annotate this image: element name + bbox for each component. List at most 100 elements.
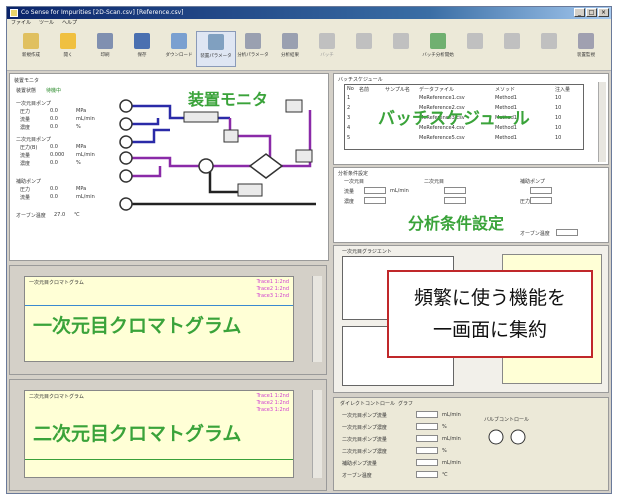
direct-tab-graph[interactable]: グラフ bbox=[398, 400, 413, 407]
toolbar-button-9[interactable] bbox=[344, 31, 384, 67]
batch-column-header[interactable]: メソッド bbox=[495, 86, 515, 93]
pump-icons bbox=[119, 99, 133, 211]
pump2-cell: % bbox=[76, 160, 81, 166]
toolbar-button-1[interactable]: 開く bbox=[48, 31, 88, 67]
valve-a-icon[interactable] bbox=[488, 429, 504, 445]
direct-row-input[interactable] bbox=[416, 435, 438, 442]
toolbar-button-14[interactable] bbox=[529, 31, 569, 67]
direct-row-label: 補助ポンプ流量 bbox=[342, 461, 377, 467]
toolbar-button-label: ダウンロード bbox=[165, 53, 193, 58]
chart1-panel: 一次元目クロマトグラム Trace1 1:2nd Trace2 1:2nd Tr… bbox=[9, 265, 327, 375]
toolbar-button-4[interactable]: ダウンロード bbox=[159, 31, 199, 67]
batch-cell[interactable]: 10 bbox=[555, 125, 561, 131]
chart2-scrollbar[interactable] bbox=[312, 390, 322, 478]
flow2-input[interactable] bbox=[444, 187, 466, 194]
chart1-heading: 一次元目クロマトグラム bbox=[33, 315, 242, 337]
maximize-button[interactable]: □ bbox=[586, 8, 597, 17]
flow1-unit: mL/min bbox=[390, 188, 409, 194]
toolbar-button-3[interactable]: 保存 bbox=[122, 31, 162, 67]
pump2-cell: MPa bbox=[76, 144, 87, 150]
new-icon bbox=[23, 33, 39, 49]
chart1-scrollbar[interactable] bbox=[312, 276, 322, 362]
batch-cell[interactable]: Method1 bbox=[495, 135, 517, 141]
chart2-baseline bbox=[25, 459, 293, 460]
group1-label: 一次元目 bbox=[344, 179, 365, 185]
chart1-legend-2: Trace2 1:2nd bbox=[256, 286, 289, 292]
batch-cell[interactable]: MeReference5.csv bbox=[419, 135, 465, 141]
toolbar-button-label: 印刷 bbox=[100, 53, 110, 58]
batch-cell[interactable]: 10 bbox=[555, 115, 561, 121]
toolbar-button-15[interactable]: 装置監視 bbox=[566, 31, 606, 67]
batch-cell[interactable]: MeReference1.csv bbox=[419, 95, 465, 101]
chart2-legend-2: Trace2 1:2nd bbox=[256, 400, 289, 406]
toolbar-button-10[interactable] bbox=[381, 31, 421, 67]
pump3-title: 補助ポンプ bbox=[16, 179, 41, 185]
chart2-panel: 二次元目クロマトグラム Trace1 1:2nd Trace2 1:2nd Tr… bbox=[9, 379, 327, 491]
direct-row-input[interactable] bbox=[416, 411, 438, 418]
close-button[interactable]: × bbox=[598, 8, 609, 17]
pipe-lines bbox=[132, 104, 316, 206]
chart1-plot[interactable]: 一次元目クロマトグラム Trace1 1:2nd Trace2 1:2nd Tr… bbox=[24, 276, 294, 362]
batch-column-header[interactable]: サンプル名 bbox=[385, 86, 410, 93]
batch-cell[interactable]: 10 bbox=[555, 105, 561, 111]
batch-cell[interactable]: 4 bbox=[347, 125, 350, 131]
conc2-input[interactable] bbox=[444, 197, 466, 204]
toolbar-button-13[interactable] bbox=[492, 31, 532, 67]
direct-row-input[interactable] bbox=[416, 471, 438, 478]
batch-scrollbar[interactable] bbox=[598, 82, 606, 162]
callout-line-2: 一画面に集約 bbox=[432, 319, 547, 341]
pump2-cell: 濃度 bbox=[20, 161, 31, 167]
batch-cell[interactable]: 5 bbox=[347, 135, 350, 141]
batch-cell[interactable]: 3 bbox=[347, 115, 350, 121]
direct-row-label: 二次元目ポンプ流量 bbox=[342, 437, 387, 443]
menu-help[interactable]: ヘルプ bbox=[62, 19, 77, 28]
toolbar-button-0[interactable]: 新規作成 bbox=[11, 31, 51, 67]
valve-label: バルブコントロール bbox=[484, 417, 530, 423]
conditions-oven-input[interactable] bbox=[556, 229, 578, 236]
valve-b-icon[interactable] bbox=[510, 429, 526, 445]
toolbar-button-label: 保存 bbox=[137, 53, 147, 58]
toolbar-button-label: バッチ bbox=[320, 53, 334, 58]
batch-cell[interactable]: 2 bbox=[347, 105, 350, 111]
toolbar-button-2[interactable]: 印刷 bbox=[85, 31, 125, 67]
conc-label: 濃度 bbox=[344, 199, 355, 205]
toolbar-button-12[interactable] bbox=[455, 31, 495, 67]
batch-cell[interactable]: 10 bbox=[555, 95, 561, 101]
grid-icon bbox=[393, 33, 409, 49]
flow3-input[interactable] bbox=[530, 187, 552, 194]
batch-cell[interactable]: 1 bbox=[347, 95, 350, 101]
oven-value: 27.0 bbox=[54, 212, 66, 218]
direct-row-label: 二次元目ポンプ濃度 bbox=[342, 449, 387, 455]
toolbar-button-6[interactable]: 分析パラメータ bbox=[233, 31, 273, 67]
flow1-input[interactable] bbox=[364, 187, 386, 194]
conc1-input[interactable] bbox=[364, 197, 386, 204]
direct-row-unit: mL/min bbox=[442, 412, 461, 418]
group2-label: 二次元目 bbox=[424, 179, 445, 185]
direct-tab-control[interactable]: ダイレクトコントロール bbox=[340, 400, 395, 407]
toolbar-button-5[interactable]: 装置パラメータ bbox=[196, 31, 236, 67]
toolbar-button-label: 分析結果 bbox=[281, 53, 299, 58]
batch-column-header[interactable]: データファイル bbox=[419, 86, 454, 93]
toolbar-button-8[interactable]: バッチ bbox=[307, 31, 347, 67]
callout-line-1: 頻繁に使う機能を bbox=[413, 287, 566, 309]
batch-cell[interactable]: Method1 bbox=[495, 95, 517, 101]
toolbar-button-7[interactable]: 分析結果 bbox=[270, 31, 310, 67]
toolbar-button-label: バッチ分析開始 bbox=[422, 53, 454, 58]
toolbar-button-11[interactable]: バッチ分析開始 bbox=[418, 31, 458, 67]
pump3-cell: mL/min bbox=[76, 194, 95, 200]
toolbar: 新規作成 開く 印刷 保存 ダウンロード 装置パラメータ 分析パラメータ 分析結果 バッチ バッチ… bbox=[7, 28, 611, 71]
batch-column-header[interactable]: No bbox=[347, 86, 354, 92]
menu-file[interactable]: ファイル bbox=[11, 19, 31, 28]
batch-cell[interactable]: 10 bbox=[555, 135, 561, 141]
chart2-plot[interactable]: 二次元目クロマトグラム Trace1 1:2nd Trace2 1:2nd Tr… bbox=[24, 390, 294, 478]
menu-tools[interactable]: ツール bbox=[39, 19, 54, 28]
batch-column-header[interactable]: 注入量 bbox=[555, 86, 570, 93]
minimize-button[interactable]: _ bbox=[574, 8, 585, 17]
direct-row-input[interactable] bbox=[416, 423, 438, 430]
pressure-input[interactable] bbox=[530, 197, 552, 204]
direct-row-input[interactable] bbox=[416, 447, 438, 454]
batch-column-header[interactable]: 名前 bbox=[359, 86, 369, 93]
flow-diagram bbox=[119, 99, 316, 211]
direct-row-input[interactable] bbox=[416, 459, 438, 466]
pump1-cell: 流量 bbox=[20, 117, 31, 123]
